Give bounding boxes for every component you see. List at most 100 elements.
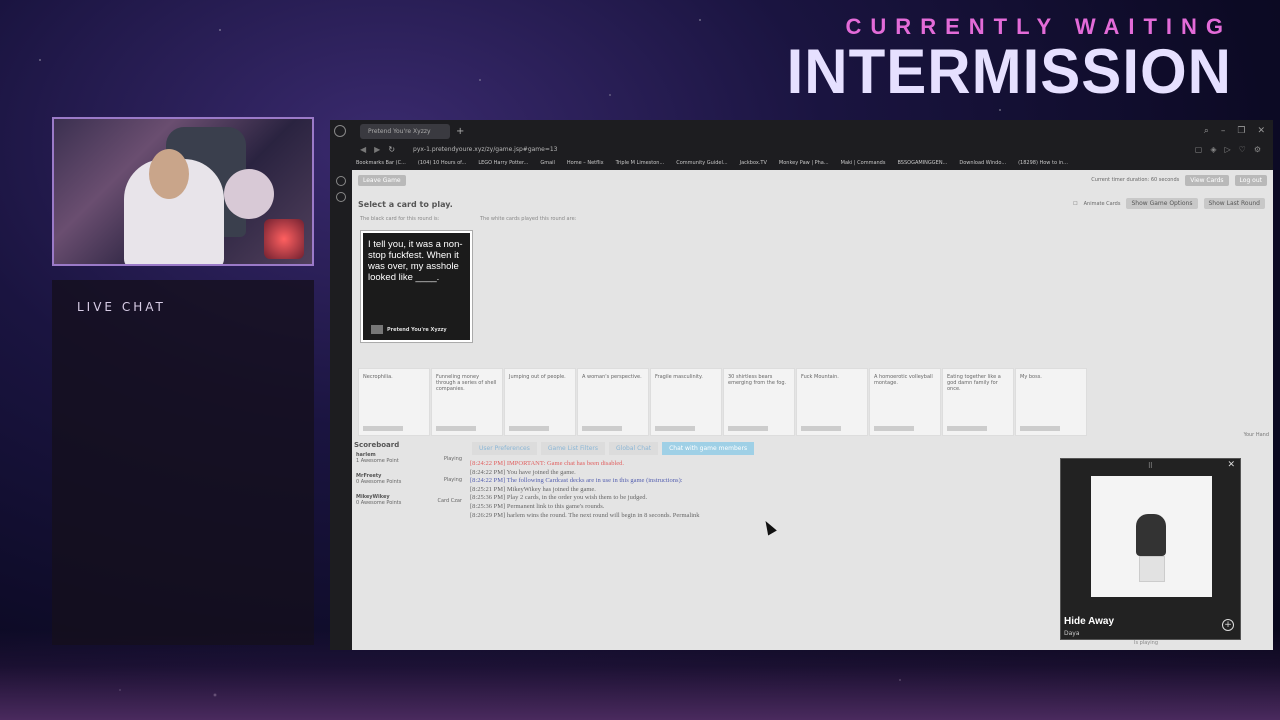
camera-icon[interactable]: ▢ <box>1195 145 1203 154</box>
chat-tabs: User Preferences Game List Filters Global … <box>472 442 755 455</box>
white-card-footer <box>436 426 476 431</box>
cards-logo-icon <box>371 325 383 334</box>
bookmark-item[interactable]: Community Guidel... <box>676 160 727 166</box>
playback-status: Is playing <box>1134 640 1158 646</box>
album-art <box>1091 476 1212 597</box>
bookmark-item[interactable]: BSSOGAMINGGEN... <box>897 160 947 166</box>
animate-label: Animate Cards <box>1083 200 1121 207</box>
overlay-heading: INTERMISSION <box>786 36 1232 107</box>
webcam-feed <box>52 117 314 266</box>
close-icon[interactable]: ✕ <box>1227 460 1235 470</box>
game-log: [8:24:22 PM] IMPORTANT: Game chat has be… <box>470 460 700 520</box>
settings-icon[interactable]: ⚙ <box>1254 145 1261 154</box>
logout-button[interactable]: Log out <box>1234 174 1267 186</box>
white-card-text: A homoerotic volleyball montage. <box>874 374 933 386</box>
heart-icon[interactable]: ♡ <box>1239 145 1246 154</box>
tab-game-list-filters[interactable]: Game List Filters <box>540 442 606 455</box>
white-cube <box>1139 556 1165 582</box>
reload-icon[interactable]: ↻ <box>388 145 395 154</box>
card-brand: Pretend You're Xyzzy <box>387 327 447 333</box>
black-card-text: I tell you, it was a non-stop fuckfest. … <box>368 239 463 283</box>
browser-menu-icon[interactable] <box>334 125 346 137</box>
bookmark-item[interactable]: Bookmarks Bar (C... <box>356 160 406 166</box>
log-line: [8:25:36 PM] Play 2 cards, in the order … <box>470 494 648 502</box>
song-title: Hide Away <box>1064 616 1115 627</box>
white-card[interactable]: Jumping out of people. <box>504 368 576 436</box>
tab-global-chat[interactable]: Global Chat <box>609 442 659 455</box>
play-icon[interactable]: ▷ <box>1225 145 1231 154</box>
scoreboard-row: MikeyWikey 0 Awesome Points Card Czar <box>356 494 462 506</box>
bookmark-item[interactable]: Jackbox.TV <box>740 160 767 166</box>
scoreboard-row: MrFreety 0 Awesome Points Playing <box>356 473 462 485</box>
tab-user-preferences[interactable]: User Preferences <box>472 442 537 455</box>
bookmark-item[interactable]: LEGO Harry Potter... <box>478 160 528 166</box>
bookmark-item[interactable]: Monkey Paw | Pha... <box>779 160 829 166</box>
game-toolbar: Leave Game Current timer duration: 60 se… <box>352 170 1273 190</box>
shield-icon[interactable]: ◈ <box>1210 145 1216 154</box>
bookmark-item[interactable]: Gmail <box>540 160 555 166</box>
miniplayer-handle[interactable]: ⠿ ✕ <box>1061 459 1240 472</box>
white-card-footer <box>947 426 987 431</box>
bookmark-item[interactable]: Download Windo... <box>959 160 1006 166</box>
drag-handle-icon[interactable]: ⠿ <box>1148 462 1153 470</box>
white-card[interactable]: Necrophilia. <box>358 368 430 436</box>
window-controls: ⌕ – ❐ ✕ <box>1204 126 1273 136</box>
show-last-round-button[interactable]: Show Last Round <box>1203 198 1265 209</box>
tab-chat-with-game-members[interactable]: Chat with game members <box>662 442 755 455</box>
black-card-footer: Pretend You're Xyzzy <box>371 325 447 334</box>
stream-overlay-title: CURRENTLY WAITING INTERMISSION <box>786 14 1232 107</box>
view-cards-button[interactable]: View Cards <box>1185 174 1229 186</box>
white-card-footer <box>801 426 841 431</box>
url-field[interactable]: pyx-1.pretendyoure.xyz/zy/game.jsp#game=… <box>403 146 557 153</box>
white-card-text: 30 shirtless bears emerging from the fog… <box>728 374 787 386</box>
white-card-text: My boss. <box>1020 374 1042 380</box>
rgb-light <box>264 219 304 259</box>
new-tab-icon[interactable]: + <box>456 126 464 137</box>
animate-checkbox[interactable]: ☐ <box>1073 201 1077 207</box>
artist-figure <box>1136 514 1166 556</box>
bookmark-item[interactable]: (104) 10 Hours of... <box>418 160 466 166</box>
log-line: [8:25:21 PM] MikeyWikey has joined the g… <box>470 485 596 493</box>
forward-icon[interactable]: ▶ <box>374 145 380 154</box>
browser-sidebar <box>330 170 352 650</box>
sidebar-icon[interactable] <box>336 176 346 186</box>
white-card[interactable]: Fragile masculinity. <box>650 368 722 436</box>
bookmark-item[interactable]: Maki | Commands <box>841 160 886 166</box>
log-line: [8:24:22 PM] IMPORTANT: Game chat has be… <box>470 460 625 467</box>
player-status: Playing <box>443 477 462 483</box>
maximize-icon[interactable]: ❐ <box>1237 126 1245 136</box>
bookmark-item[interactable]: Home – Netflix <box>567 160 604 166</box>
white-card-text: Jumping out of people. <box>509 374 566 380</box>
log-line: [8:24:22 PM] The following Cardcast deck… <box>470 477 683 485</box>
white-card-text: Fragile masculinity. <box>655 374 703 380</box>
scoreboard-row: harlem 1 Awesome Point Playing <box>356 452 462 464</box>
white-card[interactable]: A woman's perspective. <box>577 368 649 436</box>
minimize-icon[interactable]: – <box>1221 126 1226 136</box>
white-cards-caption: The white cards played this round are: <box>480 216 577 222</box>
history-icon[interactable] <box>336 192 346 202</box>
white-card-text: Necrophilia. <box>363 374 393 380</box>
black-card-caption: The black card for this round is: <box>360 216 440 222</box>
white-card[interactable]: 30 shirtless bears emerging from the fog… <box>723 368 795 436</box>
white-card[interactable]: Fuck Mountain. <box>796 368 868 436</box>
white-card[interactable]: Eating together like a god damn family f… <box>942 368 1014 436</box>
leave-game-button[interactable]: Leave Game <box>358 174 406 186</box>
add-icon[interactable]: + <box>1222 619 1234 631</box>
back-icon[interactable]: ◀ <box>360 145 366 154</box>
show-options-button[interactable]: Show Game Options <box>1126 198 1198 209</box>
address-bar: ◀ ▶ ↻ pyx-1.pretendyoure.xyz/zy/game.jsp… <box>330 142 1273 156</box>
close-icon[interactable]: ✕ <box>1257 126 1265 136</box>
white-card-footer <box>655 426 695 431</box>
artist-name: Daya <box>1064 630 1080 637</box>
search-icon[interactable]: ⌕ <box>1204 126 1209 136</box>
white-card[interactable]: A homoerotic volleyball montage. <box>869 368 941 436</box>
log-line: [8:25:36 PM] Permanent link to this game… <box>470 502 605 510</box>
white-card[interactable]: Funneling money through a series of shel… <box>431 368 503 436</box>
browser-tab[interactable]: Pretend You're Xyzzy <box>360 123 450 139</box>
live-chat-title: LIVE CHAT <box>77 300 166 314</box>
white-card-footer <box>1020 426 1060 431</box>
white-card[interactable]: My boss. <box>1015 368 1087 436</box>
bookmark-item[interactable]: (18298) How to in... <box>1018 160 1068 166</box>
game-options: ☐ Animate Cards Show Game Options Show L… <box>1073 198 1265 209</box>
bookmark-item[interactable]: Triple M Limeston... <box>616 160 665 166</box>
